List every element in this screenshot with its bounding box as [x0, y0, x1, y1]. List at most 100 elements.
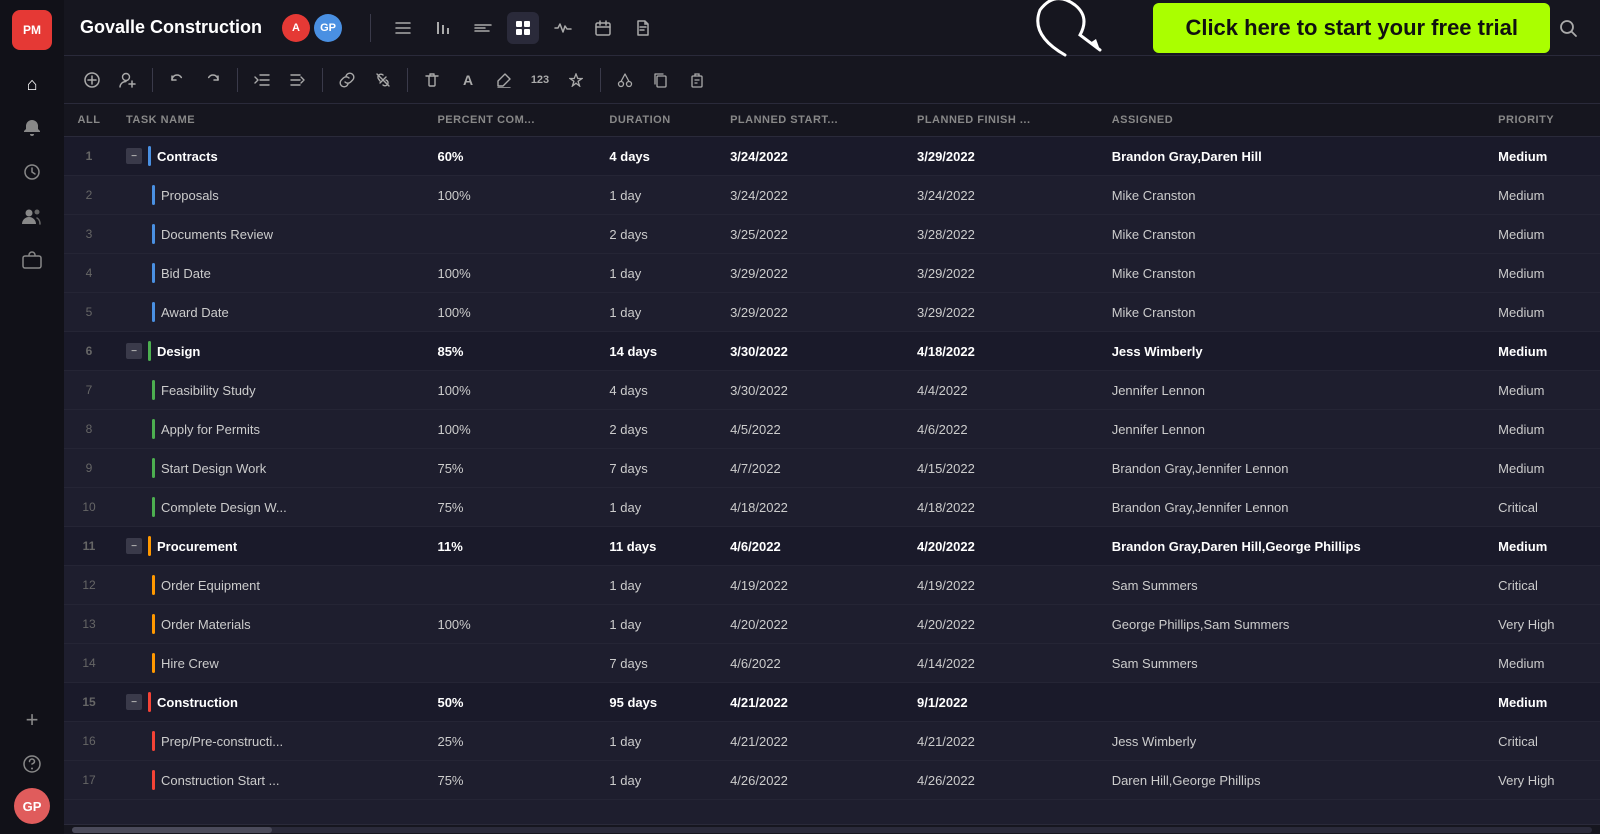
- undo-button[interactable]: [161, 64, 193, 96]
- table-row[interactable]: 8 Apply for Permits 100% 2 days 4/5/2022…: [64, 410, 1600, 449]
- avatar-1[interactable]: A: [282, 14, 310, 42]
- number-button[interactable]: 123: [524, 64, 556, 96]
- row-task-name: Construction Start ...: [114, 761, 425, 800]
- col-duration[interactable]: DURATION: [597, 104, 718, 137]
- unlink-button[interactable]: [367, 64, 399, 96]
- row-start: 4/18/2022: [718, 488, 905, 527]
- link-button[interactable]: [331, 64, 363, 96]
- task-table: ALL TASK NAME PERCENT COM... DURATION PL…: [64, 104, 1600, 800]
- indent-button[interactable]: [282, 64, 314, 96]
- search-btn[interactable]: [1552, 12, 1584, 44]
- row-assigned: Mike Cranston: [1100, 176, 1486, 215]
- highlight-button[interactable]: [488, 64, 520, 96]
- table-row[interactable]: 14 Hire Crew 7 days 4/6/2022 4/14/2022 S…: [64, 644, 1600, 683]
- col-task-name[interactable]: TASK NAME: [114, 104, 425, 137]
- font-button[interactable]: A: [452, 64, 484, 96]
- user-avatar[interactable]: GP: [14, 788, 50, 824]
- row-percent: 100%: [425, 293, 597, 332]
- color-bar: [152, 263, 155, 283]
- horizontal-scrollbar[interactable]: [64, 824, 1600, 834]
- row-task-name: − Contracts: [114, 137, 425, 176]
- group-toggle[interactable]: −: [126, 538, 142, 554]
- col-finish[interactable]: PLANNED FINISH ...: [905, 104, 1100, 137]
- table-row[interactable]: 15 − Construction 50% 95 days 4/21/2022 …: [64, 683, 1600, 722]
- app-logo[interactable]: PM: [12, 10, 52, 50]
- table-row[interactable]: 9 Start Design Work 75% 7 days 4/7/2022 …: [64, 449, 1600, 488]
- row-percent: [425, 644, 597, 683]
- row-num: 14: [64, 644, 114, 683]
- group-toggle[interactable]: −: [126, 694, 142, 710]
- row-duration: 1 day: [597, 254, 718, 293]
- table-row[interactable]: 6 − Design 85% 14 days 3/30/2022 4/18/20…: [64, 332, 1600, 371]
- table-row[interactable]: 16 Prep/Pre-constructi... 25% 1 day 4/21…: [64, 722, 1600, 761]
- doc-view-btn[interactable]: [627, 12, 659, 44]
- table-row[interactable]: 17 Construction Start ... 75% 1 day 4/26…: [64, 761, 1600, 800]
- avatar-2[interactable]: GP: [314, 14, 342, 42]
- row-start: 4/19/2022: [718, 566, 905, 605]
- color-bar: [152, 614, 155, 634]
- table-row[interactable]: 5 Award Date 100% 1 day 3/29/2022 3/29/2…: [64, 293, 1600, 332]
- table-row[interactable]: 1 − Contracts 60% 4 days 3/24/2022 3/29/…: [64, 137, 1600, 176]
- copy-button[interactable]: [645, 64, 677, 96]
- table-row[interactable]: 12 Order Equipment 1 day 4/19/2022 4/19/…: [64, 566, 1600, 605]
- sidebar-item-team[interactable]: [12, 196, 52, 236]
- redo-button[interactable]: [197, 64, 229, 96]
- scrollbar-thumb[interactable]: [72, 827, 272, 833]
- row-num: 8: [64, 410, 114, 449]
- sidebar-item-notifications[interactable]: [12, 108, 52, 148]
- toolbar: A 123: [64, 56, 1600, 104]
- row-priority: Very High: [1486, 605, 1600, 644]
- col-all[interactable]: ALL: [64, 104, 114, 137]
- row-num: 5: [64, 293, 114, 332]
- top-navigation: Govalle Construction A GP: [64, 0, 1600, 56]
- paste-button[interactable]: [681, 64, 713, 96]
- color-bar: [152, 770, 155, 790]
- outdent-button[interactable]: [246, 64, 278, 96]
- table-row[interactable]: 2 Proposals 100% 1 day 3/24/2022 3/24/20…: [64, 176, 1600, 215]
- col-start[interactable]: PLANNED START...: [718, 104, 905, 137]
- pulse-view-btn[interactable]: [547, 12, 579, 44]
- row-finish: 4/4/2022: [905, 371, 1100, 410]
- grid-view-btn[interactable]: [507, 12, 539, 44]
- table-row[interactable]: 4 Bid Date 100% 1 day 3/29/2022 3/29/202…: [64, 254, 1600, 293]
- col-priority[interactable]: PRIORITY: [1486, 104, 1600, 137]
- row-percent: 100%: [425, 410, 597, 449]
- row-start: 3/24/2022: [718, 137, 905, 176]
- sidebar-item-add[interactable]: +: [12, 700, 52, 740]
- col-assigned[interactable]: ASSIGNED: [1100, 104, 1486, 137]
- group-toggle[interactable]: −: [126, 148, 142, 164]
- row-finish: 9/1/2022: [905, 683, 1100, 722]
- row-assigned: George Phillips,Sam Summers: [1100, 605, 1486, 644]
- table-row[interactable]: 11 − Procurement 11% 11 days 4/6/2022 4/…: [64, 527, 1600, 566]
- table-row[interactable]: 13 Order Materials 100% 1 day 4/20/2022 …: [64, 605, 1600, 644]
- col-percent[interactable]: PERCENT COM...: [425, 104, 597, 137]
- row-percent: [425, 215, 597, 254]
- row-assigned: Jennifer Lennon: [1100, 410, 1486, 449]
- row-priority: Medium: [1486, 176, 1600, 215]
- calendar-view-btn[interactable]: [587, 12, 619, 44]
- row-finish: 4/18/2022: [905, 488, 1100, 527]
- group-toggle[interactable]: −: [126, 343, 142, 359]
- table-row[interactable]: 3 Documents Review 2 days 3/25/2022 3/28…: [64, 215, 1600, 254]
- scrollbar-track: [72, 827, 1592, 833]
- sidebar-item-home[interactable]: ⌂: [12, 64, 52, 104]
- bar-view-btn[interactable]: [427, 12, 459, 44]
- row-num: 13: [64, 605, 114, 644]
- list-view-btn[interactable]: [387, 12, 419, 44]
- sidebar-item-help[interactable]: [12, 744, 52, 784]
- timeline-view-btn[interactable]: [467, 12, 499, 44]
- sidebar-item-recent[interactable]: [12, 152, 52, 192]
- row-task-name: Feasibility Study: [114, 371, 425, 410]
- cta-banner[interactable]: Click here to start your free trial: [1153, 3, 1550, 53]
- row-task-name: Award Date: [114, 293, 425, 332]
- cut-button[interactable]: [609, 64, 641, 96]
- main-area: Govalle Construction A GP: [64, 0, 1600, 834]
- sidebar-item-portfolio[interactable]: [12, 240, 52, 280]
- table-row[interactable]: 10 Complete Design W... 75% 1 day 4/18/2…: [64, 488, 1600, 527]
- shape-button[interactable]: [560, 64, 592, 96]
- add-task-button[interactable]: [76, 64, 108, 96]
- table-row[interactable]: 7 Feasibility Study 100% 4 days 3/30/202…: [64, 371, 1600, 410]
- row-assigned: Brandon Gray,Daren Hill,George Phillips: [1100, 527, 1486, 566]
- delete-button[interactable]: [416, 64, 448, 96]
- add-person-button[interactable]: [112, 64, 144, 96]
